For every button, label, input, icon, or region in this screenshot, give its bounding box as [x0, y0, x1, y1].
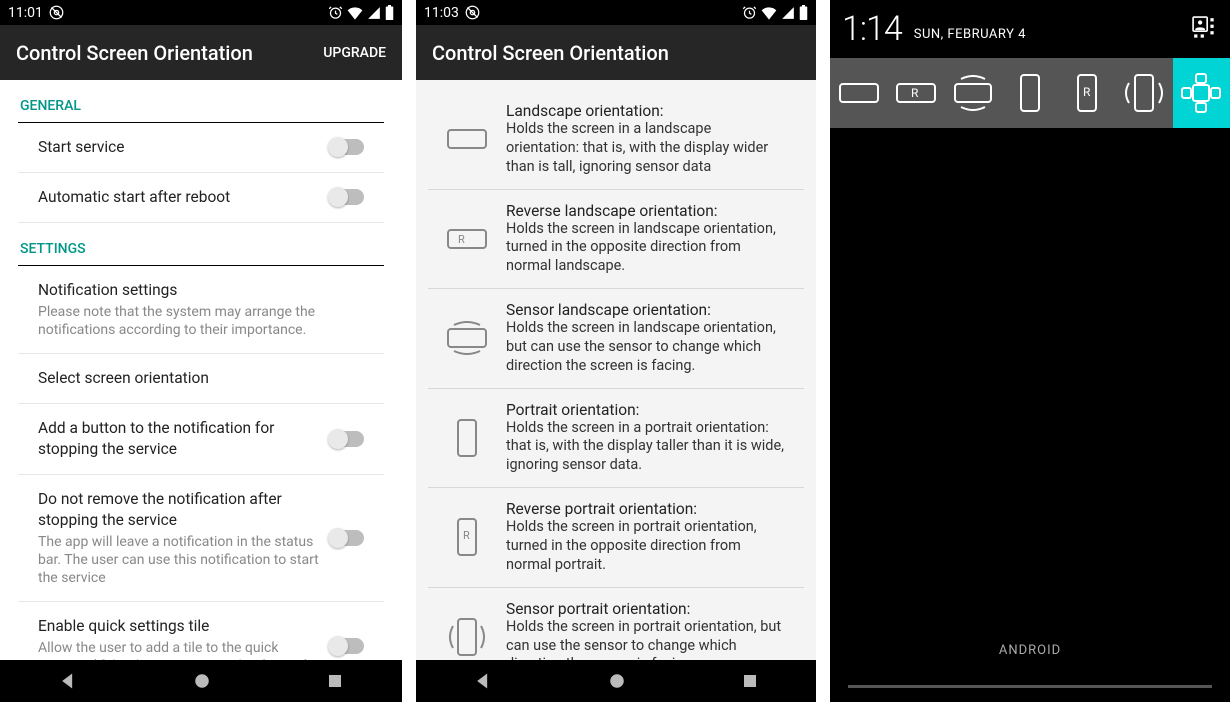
- clock-time: 1:14: [842, 9, 902, 49]
- app-title: Control Screen Orientation: [16, 41, 253, 65]
- alarm-icon: [328, 5, 343, 20]
- lockscreen-body: ANDROID: [830, 128, 1230, 702]
- option-reverse-portrait[interactable]: R Reverse portrait orientation:Holds the…: [428, 488, 804, 588]
- option-portrait[interactable]: Portrait orientation:Holds the screen in…: [428, 389, 804, 489]
- sensor-portrait-icon: [442, 617, 492, 657]
- toggle-quick-settings-tile[interactable]: [330, 638, 364, 654]
- toggle-keep-notification[interactable]: [330, 530, 364, 546]
- orientation-toolbar: R R: [830, 58, 1230, 128]
- pref-label: Enable quick settings tile: [38, 616, 322, 637]
- toolbar-landscape[interactable]: [830, 58, 887, 128]
- svg-text:R: R: [1083, 85, 1091, 99]
- pref-label: Add a button to the notification for sto…: [38, 418, 322, 460]
- option-desc: Holds the screen in landscape orientatio…: [506, 220, 786, 277]
- toolbar-sensor-landscape[interactable]: [944, 58, 1001, 128]
- svg-text:R: R: [458, 233, 465, 246]
- section-general: GENERAL: [0, 80, 402, 122]
- pref-sublabel: The app will leave a notification in the…: [38, 533, 322, 588]
- status-time: 11:01: [8, 5, 43, 21]
- toggle-start-service[interactable]: [330, 139, 364, 155]
- option-desc: Holds the screen in a portrait orientati…: [506, 419, 786, 476]
- pref-label: Do not remove the notification after sto…: [38, 489, 322, 531]
- option-landscape[interactable]: Landscape orientation:Holds the screen i…: [428, 90, 804, 190]
- toggle-add-stop-button[interactable]: [330, 431, 364, 447]
- option-title: Reverse landscape orientation:: [506, 202, 786, 220]
- option-sensor-portrait[interactable]: Sensor portrait orientation:Holds the sc…: [428, 588, 804, 660]
- nav-bar: [416, 660, 816, 702]
- screenshot-2: 11:03 Control Screen Orientation Landsca…: [416, 0, 816, 702]
- pref-select-orientation[interactable]: Select screen orientation: [18, 354, 384, 404]
- wifi-icon: [761, 6, 777, 20]
- status-bar: 11:01: [0, 0, 402, 25]
- option-desc: Holds the screen in landscape orientatio…: [506, 319, 786, 376]
- alarm-icon: [742, 5, 757, 20]
- pref-keep-notification[interactable]: Do not remove the notification after sto…: [18, 475, 384, 602]
- option-title: Sensor landscape orientation:: [506, 301, 786, 319]
- option-reverse-landscape[interactable]: R Reverse landscape orientation:Holds th…: [428, 190, 804, 290]
- sensor-landscape-icon: [442, 318, 492, 358]
- pref-label: Notification settings: [38, 280, 364, 301]
- battery-icon: [799, 5, 808, 20]
- option-desc: Holds the screen in a landscape orientat…: [506, 120, 786, 177]
- option-title: Sensor portrait orientation:: [506, 600, 786, 618]
- signal-icon: [367, 6, 381, 20]
- nav-recent-button[interactable]: [326, 672, 344, 690]
- pref-label: Select screen orientation: [38, 368, 364, 389]
- screenshot-1: 11:01 Control Screen Orientation UPGRADE…: [0, 0, 402, 702]
- pref-sublabel: Allow the user to add a tile to the quic…: [38, 639, 322, 660]
- option-title: Landscape orientation:: [506, 102, 786, 120]
- toolbar-reverse-portrait[interactable]: R: [1059, 58, 1116, 128]
- reverse-portrait-icon: R: [442, 517, 492, 557]
- landscape-icon: [442, 119, 492, 159]
- wifi-icon: [347, 6, 363, 20]
- toolbar-sensor-portrait[interactable]: [1116, 58, 1173, 128]
- nav-home-button[interactable]: [193, 672, 211, 690]
- svg-text:R: R: [911, 86, 919, 100]
- nav-home-button[interactable]: [608, 672, 626, 690]
- signal-icon: [781, 6, 795, 20]
- toolbar-full-sensor[interactable]: [1173, 58, 1230, 128]
- app-bar: Control Screen Orientation UPGRADE: [0, 25, 402, 80]
- status-time: 11:03: [424, 5, 459, 21]
- pref-add-stop-button[interactable]: Add a button to the notification for sto…: [18, 404, 384, 475]
- toolbar-portrait[interactable]: [1001, 58, 1058, 128]
- pref-sublabel: Please note that the system may arrange …: [38, 303, 364, 339]
- contact-card-icon[interactable]: [1192, 16, 1218, 42]
- lockscreen-header: 1:14 SUN, FEBRUARY 4: [830, 0, 1230, 58]
- scroll-indicator[interactable]: [848, 685, 1212, 688]
- clock-date: SUN, FEBRUARY 4: [914, 27, 1026, 42]
- reverse-landscape-icon: R: [442, 219, 492, 259]
- settings-content: GENERAL Start service Automatic start af…: [0, 80, 402, 660]
- nav-back-button[interactable]: [58, 671, 78, 691]
- orientation-status-icon: [465, 5, 480, 20]
- toolbar-reverse-landscape[interactable]: R: [887, 58, 944, 128]
- pref-auto-start[interactable]: Automatic start after reboot: [18, 173, 384, 223]
- option-title: Reverse portrait orientation:: [506, 500, 786, 518]
- screenshot-3: 1:14 SUN, FEBRUARY 4 R R ANDROID: [830, 0, 1230, 702]
- nav-bar: [0, 660, 402, 702]
- pref-label: Start service: [38, 137, 322, 158]
- app-bar: Control Screen Orientation: [416, 25, 816, 80]
- option-sensor-landscape[interactable]: Sensor landscape orientation:Holds the s…: [428, 289, 804, 389]
- svg-text:R: R: [463, 529, 470, 542]
- portrait-icon: [442, 418, 492, 458]
- battery-icon: [385, 5, 394, 20]
- nav-back-button[interactable]: [473, 671, 493, 691]
- option-desc: Holds the screen in portrait orientation…: [506, 618, 786, 660]
- pref-label: Automatic start after reboot: [38, 187, 322, 208]
- section-settings: SETTINGS: [0, 223, 402, 265]
- android-label: ANDROID: [830, 643, 1230, 658]
- pref-start-service[interactable]: Start service: [18, 123, 384, 173]
- app-title: Control Screen Orientation: [432, 41, 669, 65]
- pref-notification-settings[interactable]: Notification settings Please note that t…: [18, 266, 384, 354]
- status-bar: 11:03: [416, 0, 816, 25]
- upgrade-button[interactable]: UPGRADE: [323, 45, 386, 61]
- nav-recent-button[interactable]: [741, 672, 759, 690]
- orientation-status-icon: [49, 5, 64, 20]
- pref-quick-settings-tile[interactable]: Enable quick settings tile Allow the use…: [18, 602, 384, 660]
- orientation-list[interactable]: Landscape orientation:Holds the screen i…: [416, 80, 816, 660]
- option-desc: Holds the screen in portrait orientation…: [506, 518, 786, 575]
- option-title: Portrait orientation:: [506, 401, 786, 419]
- toggle-auto-start[interactable]: [330, 189, 364, 205]
